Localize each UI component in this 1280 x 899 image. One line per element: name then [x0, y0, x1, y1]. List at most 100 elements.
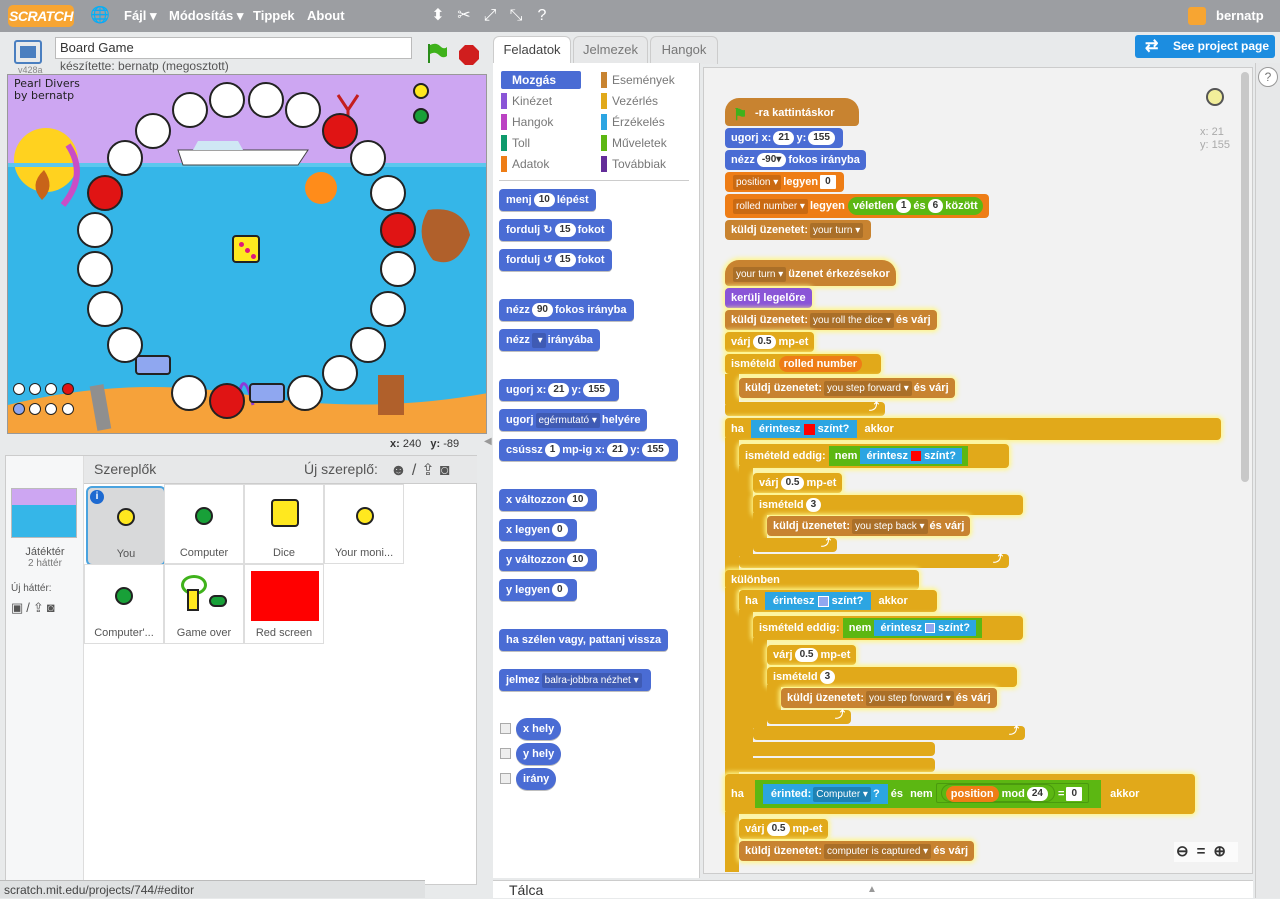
menu-about[interactable]: About — [307, 8, 345, 23]
delete-scissors-icon[interactable]: ✂ — [454, 6, 474, 26]
block-turn-left[interactable]: fordulj ↺ 15 fokot — [499, 249, 612, 271]
block-broadcast-and-wait[interactable]: küldj üzenetet: you roll the dice ▾ és vár… — [725, 310, 937, 330]
block-point-in-direction[interactable]: nézz -90▾ fokos irányba — [725, 150, 866, 170]
username[interactable]: bernatp — [1216, 8, 1264, 23]
zoom-out-icon[interactable]: ⊖ — [1176, 843, 1197, 860]
stage-thumbnail[interactable] — [11, 488, 77, 538]
block-point-in-direction[interactable]: nézz 90 fokos irányba — [499, 299, 634, 321]
block-wait[interactable]: várj 0.5 mp-et — [753, 473, 843, 493]
block-goto-mouse[interactable]: ugorj egérmutató ▾ helyére — [499, 409, 648, 431]
zoom-in-icon[interactable]: ⊕ — [1213, 843, 1234, 860]
block-set-y[interactable]: y legyen 0 — [499, 579, 577, 601]
fullscreen-icon[interactable] — [14, 40, 42, 64]
project-title-input[interactable]: Board Game — [55, 37, 412, 59]
checkbox-direction[interactable] — [500, 773, 511, 784]
collapse-stage-arrow-icon[interactable]: ◀ — [484, 436, 492, 452]
category-pen[interactable]: Toll — [501, 134, 530, 152]
block-wait[interactable]: várj 0.5 mp-et — [739, 819, 829, 839]
category-sound[interactable]: Hangok — [501, 113, 553, 131]
zoom-reset-icon[interactable]: = — [1197, 843, 1214, 860]
sprite-tile-game-over[interactable]: Game over — [164, 564, 244, 644]
sprite-upload-icon[interactable]: ⇪ — [421, 462, 439, 479]
block-set-x[interactable]: x legyen 0 — [499, 519, 577, 541]
green-flag-icon[interactable] — [426, 42, 448, 64]
grow-icon[interactable]: ⤢ — [480, 6, 500, 26]
scratch-logo[interactable]: SCRATCH — [8, 5, 74, 27]
expand-arrow-icon[interactable]: ▲ — [867, 881, 877, 899]
script-area[interactable]: x: 21 y: 155 ⚑ -ra kattintáskor ugorj x: 2… — [703, 67, 1253, 874]
block-goto-xy[interactable]: ugorj x: 21 y: 155 — [725, 128, 843, 148]
block-change-y[interactable]: y változzon 10 — [499, 549, 598, 571]
block-set-position[interactable]: position ▾ legyen 0 — [725, 172, 844, 192]
block-wait[interactable]: várj 0.5 mp-et — [725, 332, 815, 352]
backdrop-upload-icon[interactable]: ⇪ — [33, 600, 47, 615]
menu-file[interactable]: Fájl ▾ — [124, 8, 157, 24]
reporter-y-position[interactable]: y hely — [516, 743, 562, 765]
block-when-receive[interactable]: your turn ▾ üzenet érkezésekor — [725, 260, 896, 286]
category-control[interactable]: Vezérlés — [601, 92, 658, 110]
block-move-steps[interactable]: menj 10 lépést — [499, 189, 596, 211]
sprite-tile-your-monitor[interactable]: Your moni... — [324, 484, 404, 564]
backpack-bar[interactable]: Tálca ▲ — [493, 880, 1253, 898]
sprite-info-icon[interactable]: i — [90, 490, 104, 504]
help-icon[interactable]: ? — [532, 6, 552, 26]
sprite-camera-icon[interactable]: ◙ — [440, 462, 455, 479]
dice-sprite[interactable] — [232, 235, 260, 263]
category-motion[interactable]: Mozgás — [501, 71, 581, 89]
category-operators[interactable]: Műveletek — [601, 134, 667, 152]
block-if-else[interactable]: ha érintesz színt? akkor — [725, 418, 1221, 440]
block-broadcast-and-wait[interactable]: küldj üzenetet: you step forward ▾ és várj — [739, 378, 955, 398]
sprite-paint-icon[interactable]: / — [412, 462, 421, 479]
menu-tips[interactable]: Tippek — [253, 8, 295, 23]
tab-sounds[interactable]: Hangok — [650, 36, 718, 64]
sprite-tile-dice[interactable]: Dice — [244, 484, 324, 564]
backdrop-camera-icon[interactable]: ◙ — [47, 600, 58, 615]
category-events[interactable]: Események — [601, 71, 675, 89]
block-turn-right[interactable]: fordulj ↻ 15 fokot — [499, 219, 612, 241]
block-point-towards[interactable]: nézz ▾ irányába — [499, 329, 600, 351]
user-avatar-icon[interactable] — [1188, 7, 1206, 25]
block-repeat-until[interactable]: ismételd eddig: nem érintesz színt? — [753, 616, 1023, 640]
block-when-flag-clicked[interactable]: ⚑ -ra kattintáskor — [725, 98, 859, 126]
category-more-blocks[interactable]: Továbbiak — [601, 155, 666, 173]
checkbox-x-position[interactable] — [500, 723, 511, 734]
block-if[interactable]: ha érinted: Computer ▾? és nem position m… — [725, 774, 1195, 814]
sprite-tile-you[interactable]: i You — [86, 486, 166, 566]
block-set-rolled-number[interactable]: rolled number ▾ legyen véletlen 1 és 6 között — [725, 194, 989, 218]
menu-edit[interactable]: Módosítás ▾ — [169, 8, 243, 24]
category-data[interactable]: Adatok — [501, 155, 549, 173]
see-project-page-button[interactable]: ⇄ See project page — [1135, 35, 1275, 58]
backdrop-paint-icon[interactable]: / — [26, 600, 33, 615]
block-wait[interactable]: várj 0.5 mp-et — [767, 645, 857, 665]
help-question-icon[interactable]: ? — [1258, 67, 1278, 87]
block-repeat-3[interactable]: ismételd 3 — [753, 495, 1023, 515]
block-broadcast-and-wait[interactable]: küldj üzenetet: computer is captured ▾ és … — [739, 841, 975, 861]
block-glide[interactable]: csússz 1 mp-ig x: 21 y: 155 — [499, 439, 678, 461]
block-repeat-3[interactable]: ismételd 3 — [767, 667, 1017, 687]
sprite-tile-red-screen[interactable]: Red screen — [244, 564, 324, 644]
category-sensing[interactable]: Érzékelés — [601, 113, 665, 131]
checkbox-y-position[interactable] — [500, 748, 511, 759]
tab-scripts[interactable]: Feladatok — [493, 36, 571, 66]
block-broadcast[interactable]: küldj üzenetet: your turn ▾ — [725, 220, 872, 240]
block-if[interactable]: ha érintesz színt? akkor — [739, 590, 937, 612]
block-broadcast-and-wait[interactable]: küldj üzenetet: you step back ▾ és várj — [767, 516, 971, 536]
sprite-tile-computer-monitor[interactable]: Computer'... — [84, 564, 164, 644]
duplicate-stamp-icon[interactable]: ⬍ — [428, 6, 448, 26]
computer-turn-indicator[interactable] — [413, 108, 429, 124]
reporter-x-position[interactable]: x hely — [516, 718, 562, 740]
tab-costumes[interactable]: Jelmezek — [573, 36, 648, 64]
vertical-scrollbar[interactable] — [1241, 72, 1249, 482]
block-broadcast-and-wait[interactable]: küldj üzenetet: you step forward ▾ és várj — [781, 688, 997, 708]
backdrop-library-icon[interactable]: ▣ — [11, 600, 26, 615]
stop-icon[interactable] — [458, 44, 480, 66]
block-bounce[interactable]: ha szélen vagy, pattanj vissza — [499, 629, 669, 651]
block-repeat[interactable]: ismételd rolled number — [725, 354, 881, 374]
block-rotation-style[interactable]: jelmez balra-jobbra nézhet ▾ — [499, 669, 651, 691]
shrink-icon[interactable]: ⤡ — [506, 6, 526, 26]
reporter-direction[interactable]: irány — [516, 768, 557, 790]
language-globe-icon[interactable]: 🌐 — [90, 6, 110, 26]
sprite-tile-computer[interactable]: Computer — [164, 484, 244, 564]
sprite-library-icon[interactable]: ☻ — [390, 462, 412, 479]
block-go-to-front[interactable]: kerülj legelőre — [725, 288, 812, 308]
